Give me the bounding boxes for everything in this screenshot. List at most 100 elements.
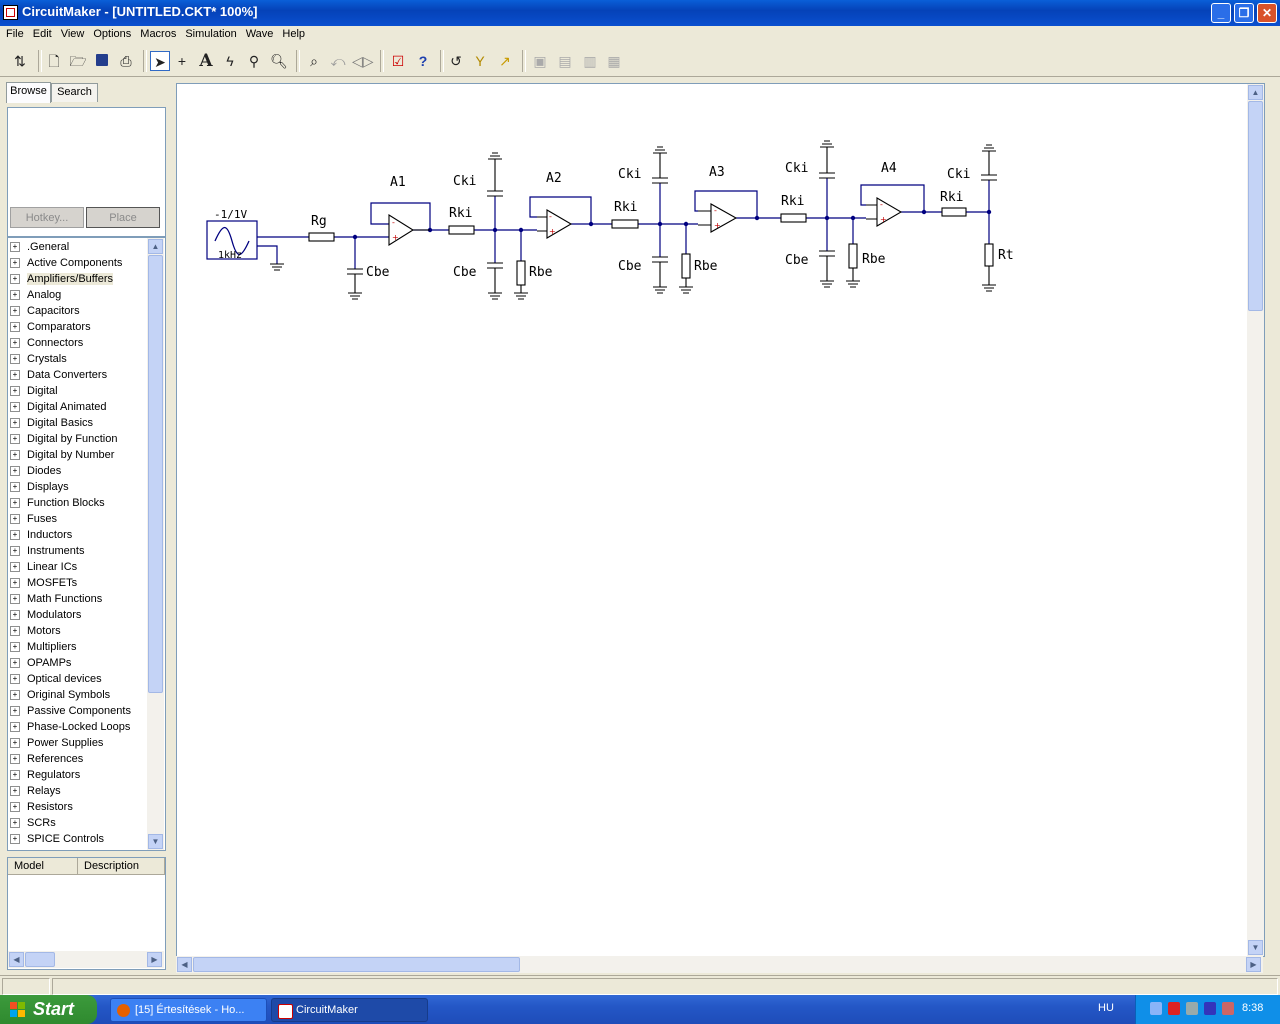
task-circuitmaker[interactable]: CircuitMaker bbox=[271, 998, 428, 1022]
security-icon[interactable] bbox=[1186, 1002, 1198, 1015]
category-item[interactable]: + References bbox=[10, 751, 83, 767]
scroll-down-icon[interactable]: ▼ bbox=[148, 834, 163, 849]
bluetooth-icon[interactable] bbox=[1204, 1002, 1216, 1015]
expand-plus-icon[interactable]: + bbox=[10, 482, 20, 493]
scroll-right-icon[interactable]: ▶ bbox=[1246, 957, 1261, 972]
expand-plus-icon[interactable]: + bbox=[10, 818, 20, 829]
expand-plus-icon[interactable]: + bbox=[10, 754, 20, 765]
expand-plus-icon[interactable]: + bbox=[10, 626, 20, 637]
expand-plus-icon[interactable]: + bbox=[10, 258, 20, 269]
help-question-icon[interactable]: ? bbox=[413, 51, 433, 71]
canvas-hscroll-thumb[interactable] bbox=[193, 957, 520, 972]
new-file-icon[interactable]: 🗋 bbox=[44, 51, 64, 71]
category-item[interactable]: + Diodes bbox=[10, 463, 61, 479]
tab-browse[interactable]: Browse bbox=[6, 82, 51, 103]
arrow-select-icon[interactable]: ➤ bbox=[150, 51, 170, 71]
expand-plus-icon[interactable]: + bbox=[10, 530, 20, 541]
column-model[interactable]: Model bbox=[8, 858, 78, 875]
expand-plus-icon[interactable]: + bbox=[10, 450, 20, 461]
category-item[interactable]: + MOSFETs bbox=[10, 575, 77, 591]
category-tree[interactable]: + .General + Active Components + Amplifiers/B… bbox=[7, 237, 166, 851]
shield-icon[interactable] bbox=[1168, 1002, 1180, 1015]
category-item[interactable]: + Fuses bbox=[10, 511, 57, 527]
scroll-left-icon[interactable]: ◀ bbox=[177, 957, 192, 972]
expand-plus-icon[interactable]: + bbox=[10, 546, 20, 557]
step-icon[interactable]: Y bbox=[470, 51, 490, 71]
start-button[interactable]: Start bbox=[0, 995, 97, 1024]
category-item[interactable]: + Multipliers bbox=[10, 639, 77, 655]
category-item[interactable]: + Inductors bbox=[10, 527, 72, 543]
expand-plus-icon[interactable]: + bbox=[10, 594, 20, 605]
category-item[interactable]: + Power Supplies bbox=[10, 735, 103, 751]
category-item[interactable]: + Active Components bbox=[10, 255, 122, 271]
category-item[interactable]: + Capacitors bbox=[10, 303, 80, 319]
expand-plus-icon[interactable]: + bbox=[10, 514, 20, 525]
run-icon[interactable]: ↗ bbox=[495, 51, 515, 71]
category-item[interactable]: + Motors bbox=[10, 623, 61, 639]
expand-plus-icon[interactable]: + bbox=[10, 322, 20, 333]
category-item[interactable]: + Digital by Function bbox=[10, 431, 118, 447]
menu-file[interactable]: File bbox=[6, 26, 24, 40]
category-item[interactable]: + Regulators bbox=[10, 767, 80, 783]
expand-plus-icon[interactable]: + bbox=[10, 306, 20, 317]
category-item[interactable]: + Original Symbols bbox=[10, 687, 110, 703]
menu-edit[interactable]: Edit bbox=[33, 26, 52, 40]
category-item[interactable]: + Phase-Locked Loops bbox=[10, 719, 130, 735]
category-item[interactable]: + SCRs bbox=[10, 815, 56, 831]
category-item[interactable]: + Relays bbox=[10, 783, 61, 799]
category-item[interactable]: + Resistors bbox=[10, 799, 73, 815]
menu-options[interactable]: Options bbox=[93, 26, 131, 40]
expand-plus-icon[interactable]: + bbox=[10, 642, 20, 653]
expand-plus-icon[interactable]: + bbox=[10, 578, 20, 589]
text-tool-icon[interactable]: A bbox=[196, 51, 216, 71]
save-icon[interactable] bbox=[92, 51, 112, 71]
language-indicator[interactable]: HU bbox=[1098, 1002, 1114, 1014]
expand-plus-icon[interactable]: + bbox=[10, 786, 20, 797]
menu-wave[interactable]: Wave bbox=[246, 26, 274, 40]
canvas-hscrollbar[interactable]: ◀ ▶ bbox=[176, 956, 1263, 973]
expand-plus-icon[interactable]: + bbox=[10, 402, 20, 413]
expand-plus-icon[interactable]: + bbox=[10, 770, 20, 781]
expand-plus-icon[interactable]: + bbox=[10, 370, 20, 381]
expand-plus-icon[interactable]: + bbox=[10, 466, 20, 477]
place-button[interactable]: Place bbox=[86, 207, 160, 228]
schematic-canvas[interactable]: -1/1V 1kHz - + - + - + - + Rg Cbe A1 Cki… bbox=[176, 83, 1265, 957]
expand-plus-icon[interactable]: + bbox=[10, 418, 20, 429]
expand-plus-icon[interactable]: + bbox=[10, 498, 20, 509]
expand-plus-icon[interactable]: + bbox=[10, 354, 20, 365]
category-item[interactable]: + Digital Animated bbox=[10, 399, 107, 415]
model-list[interactable]: Model Description ◀ ▶ bbox=[7, 857, 166, 970]
expand-plus-icon[interactable]: + bbox=[10, 690, 20, 701]
category-item[interactable]: + Digital bbox=[10, 383, 58, 399]
app-icon[interactable] bbox=[3, 5, 18, 20]
expand-plus-icon[interactable]: + bbox=[10, 610, 20, 621]
expand-plus-icon[interactable]: + bbox=[10, 834, 20, 845]
tab-search[interactable]: Search bbox=[51, 83, 98, 102]
hotkey-button[interactable]: Hotkey... bbox=[10, 207, 84, 228]
expand-plus-icon[interactable]: + bbox=[10, 738, 20, 749]
category-item[interactable]: + Math Functions bbox=[10, 591, 102, 607]
reset-icon[interactable]: ↺ bbox=[446, 51, 466, 71]
category-item[interactable]: + Passive Components bbox=[10, 703, 131, 719]
category-item[interactable]: + Linear ICs bbox=[10, 559, 77, 575]
canvas-vscrollbar[interactable]: ▲ ▼ bbox=[1247, 84, 1264, 956]
task-firefox[interactable]: [15] Értesítések - Ho... bbox=[110, 998, 267, 1022]
tree-scrollbar[interactable]: ▲ ▼ bbox=[147, 238, 164, 850]
print-icon[interactable]: ⎙ bbox=[116, 51, 136, 71]
expand-plus-icon[interactable]: + bbox=[10, 722, 20, 733]
category-item[interactable]: + Optical devices bbox=[10, 671, 102, 687]
category-item[interactable]: + Displays bbox=[10, 479, 69, 495]
scroll-down-icon[interactable]: ▼ bbox=[1248, 940, 1263, 955]
model-hscrollbar[interactable]: ◀ ▶ bbox=[8, 951, 164, 968]
expand-plus-icon[interactable]: + bbox=[10, 338, 20, 349]
column-description[interactable]: Description bbox=[78, 858, 165, 875]
expand-plus-icon[interactable]: + bbox=[10, 802, 20, 813]
restore-button[interactable]: ❐ bbox=[1234, 3, 1254, 23]
expand-plus-icon[interactable]: + bbox=[10, 290, 20, 301]
category-item[interactable]: + Connectors bbox=[10, 335, 83, 351]
expand-plus-icon[interactable]: + bbox=[10, 242, 20, 253]
signal-source[interactable]: -1/1V 1kHz bbox=[206, 208, 258, 261]
category-item[interactable]: + Data Converters bbox=[10, 367, 107, 383]
scroll-right-icon[interactable]: ▶ bbox=[147, 952, 162, 967]
category-item[interactable]: + Instruments bbox=[10, 543, 84, 559]
